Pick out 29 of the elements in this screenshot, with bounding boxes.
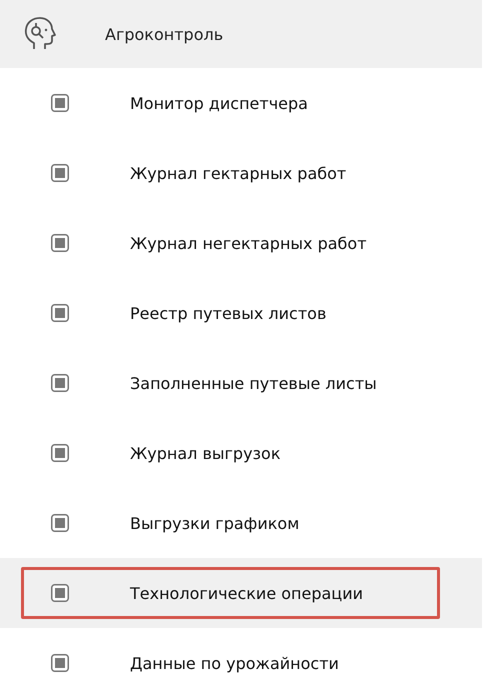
menu-item[interactable]: Журнал негектарных работ bbox=[0, 208, 482, 278]
item-label: Журнал выгрузок bbox=[130, 444, 280, 462]
square-icon bbox=[51, 94, 69, 112]
section-title: Агроконтроль bbox=[105, 24, 224, 44]
square-icon bbox=[51, 584, 69, 602]
square-icon bbox=[51, 374, 69, 392]
item-label: Заполненные путевые листы bbox=[130, 374, 377, 392]
square-icon bbox=[51, 654, 69, 672]
square-icon bbox=[51, 164, 69, 182]
menu-item[interactable]: Заполненные путевые листы bbox=[0, 348, 482, 418]
square-icon bbox=[51, 304, 69, 322]
menu-item[interactable]: Данные по урожайности bbox=[0, 628, 482, 698]
menu-item[interactable]: Журнал выгрузок bbox=[0, 418, 482, 488]
menu-item[interactable]: Технологические операции bbox=[0, 558, 482, 628]
square-icon bbox=[51, 234, 69, 252]
menu-item[interactable]: Монитор диспетчера bbox=[0, 68, 482, 138]
square-icon bbox=[51, 444, 69, 462]
menu-item[interactable]: Журнал гектарных работ bbox=[0, 138, 482, 208]
square-icon bbox=[51, 514, 69, 532]
item-label: Технологические операции bbox=[130, 584, 363, 602]
item-label: Данные по урожайности bbox=[130, 654, 339, 672]
item-label: Реестр путевых листов bbox=[130, 304, 326, 322]
menu-item[interactable]: Выгрузки графиком bbox=[0, 488, 482, 558]
item-label: Журнал негектарных работ bbox=[130, 234, 367, 252]
menu-item[interactable]: Реестр путевых листов bbox=[0, 278, 482, 348]
item-label: Журнал гектарных работ bbox=[130, 164, 346, 182]
item-label: Выгрузки графиком bbox=[130, 514, 300, 532]
head-icon bbox=[22, 16, 58, 52]
item-label: Монитор диспетчера bbox=[130, 94, 308, 112]
